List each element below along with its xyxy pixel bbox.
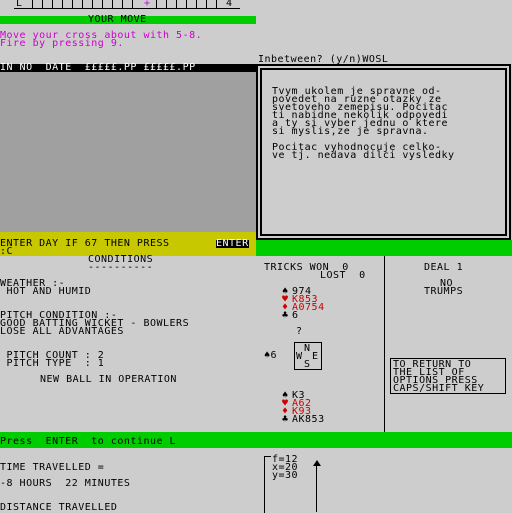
move-instruction-2: Fire by pressing 9.	[0, 38, 124, 49]
readout-bracket	[264, 456, 271, 513]
west-bid: ♠6	[264, 350, 278, 361]
table-header: IN NO DATE £££££.PP £££££.PP	[0, 62, 256, 73]
time-label: TIME TRAVELLED =	[0, 462, 105, 473]
info-frame: Tvym ukolem je spravne od- povedet na ru…	[256, 64, 511, 240]
top-ruler: L + 4	[14, 0, 240, 9]
ruler-right-mark: 4	[226, 0, 233, 9]
enter-day-prompt: ENTER DAY IF 67 THEN PRESS	[0, 238, 177, 249]
compass-n: N	[304, 343, 311, 354]
info-line: ve tj. nedava dilci vysledky	[272, 150, 455, 161]
pitch-value-2: LOSE ALL ADVANTAGES	[0, 326, 124, 337]
compass-s: S	[304, 359, 311, 370]
deal-number: DEAL 1	[424, 262, 464, 273]
enter-day-input[interactable]: :C	[0, 247, 13, 257]
right-green-strip	[256, 240, 512, 256]
hand-suit-row: ♣ 6	[282, 310, 299, 321]
time-value: -8 HOURS 22 MINUTES	[0, 478, 131, 489]
your-move-bar: YOUR MOVE	[0, 14, 256, 25]
compass-w: W	[296, 351, 303, 362]
suit-icon: ♣	[282, 310, 289, 321]
ruler-mid-mark: +	[144, 0, 151, 9]
readout-arrow-icon	[313, 460, 321, 466]
question-mark: ?	[296, 326, 303, 337]
enter-key[interactable]: ENTER	[216, 239, 249, 249]
distance-label: DISTANCE TRAVELLED	[0, 502, 118, 513]
pitch-type: PITCH TYPE : 1	[0, 358, 105, 369]
compass-box: N W E S	[294, 342, 322, 370]
weather-value: HOT AND HUMID	[0, 286, 92, 297]
info-line: si myslis,ze je spravna.	[272, 126, 429, 137]
suit-icon: ♣	[282, 414, 289, 425]
table-header-text: IN NO DATE £££££.PP £££££.PP	[0, 62, 196, 73]
enter-day-bar: ENTER DAY IF 67 THEN PRESS ENTER :C	[0, 232, 256, 257]
ledger-table-area	[0, 72, 256, 232]
readout-pointer	[316, 464, 317, 512]
options-line: CAPS/SHIFT KEY	[393, 383, 485, 394]
readout-y: y=30	[272, 470, 299, 481]
conditions-underline: ----------	[88, 262, 154, 273]
options-box: TO RETURN TO THE LIST OF OPTIONS PRESS C…	[390, 358, 506, 394]
inbetween-prompt: Inbetween? (y/n)WOSL	[258, 54, 389, 65]
hand-suit-row: ♣ AK853	[282, 414, 325, 425]
compass-e: E	[312, 351, 319, 362]
continue-prompt: Press ENTER to continue L	[0, 436, 177, 447]
trumps-line-2: TRUMPS	[424, 286, 464, 297]
hand-cards: 6	[292, 310, 299, 321]
hand-cards: AK853	[292, 414, 325, 425]
new-ball: NEW BALL IN OPERATION	[40, 374, 177, 385]
info-text-box: Tvym ukolem je spravne od- povedet na ru…	[262, 70, 505, 234]
bridge-divider	[384, 256, 385, 432]
tricks-lost: LOST 0	[320, 270, 366, 281]
ruler-left-mark: L	[16, 0, 23, 9]
your-move-label: YOUR MOVE	[88, 14, 147, 25]
continue-bar[interactable]: Press ENTER to continue L	[0, 432, 512, 448]
